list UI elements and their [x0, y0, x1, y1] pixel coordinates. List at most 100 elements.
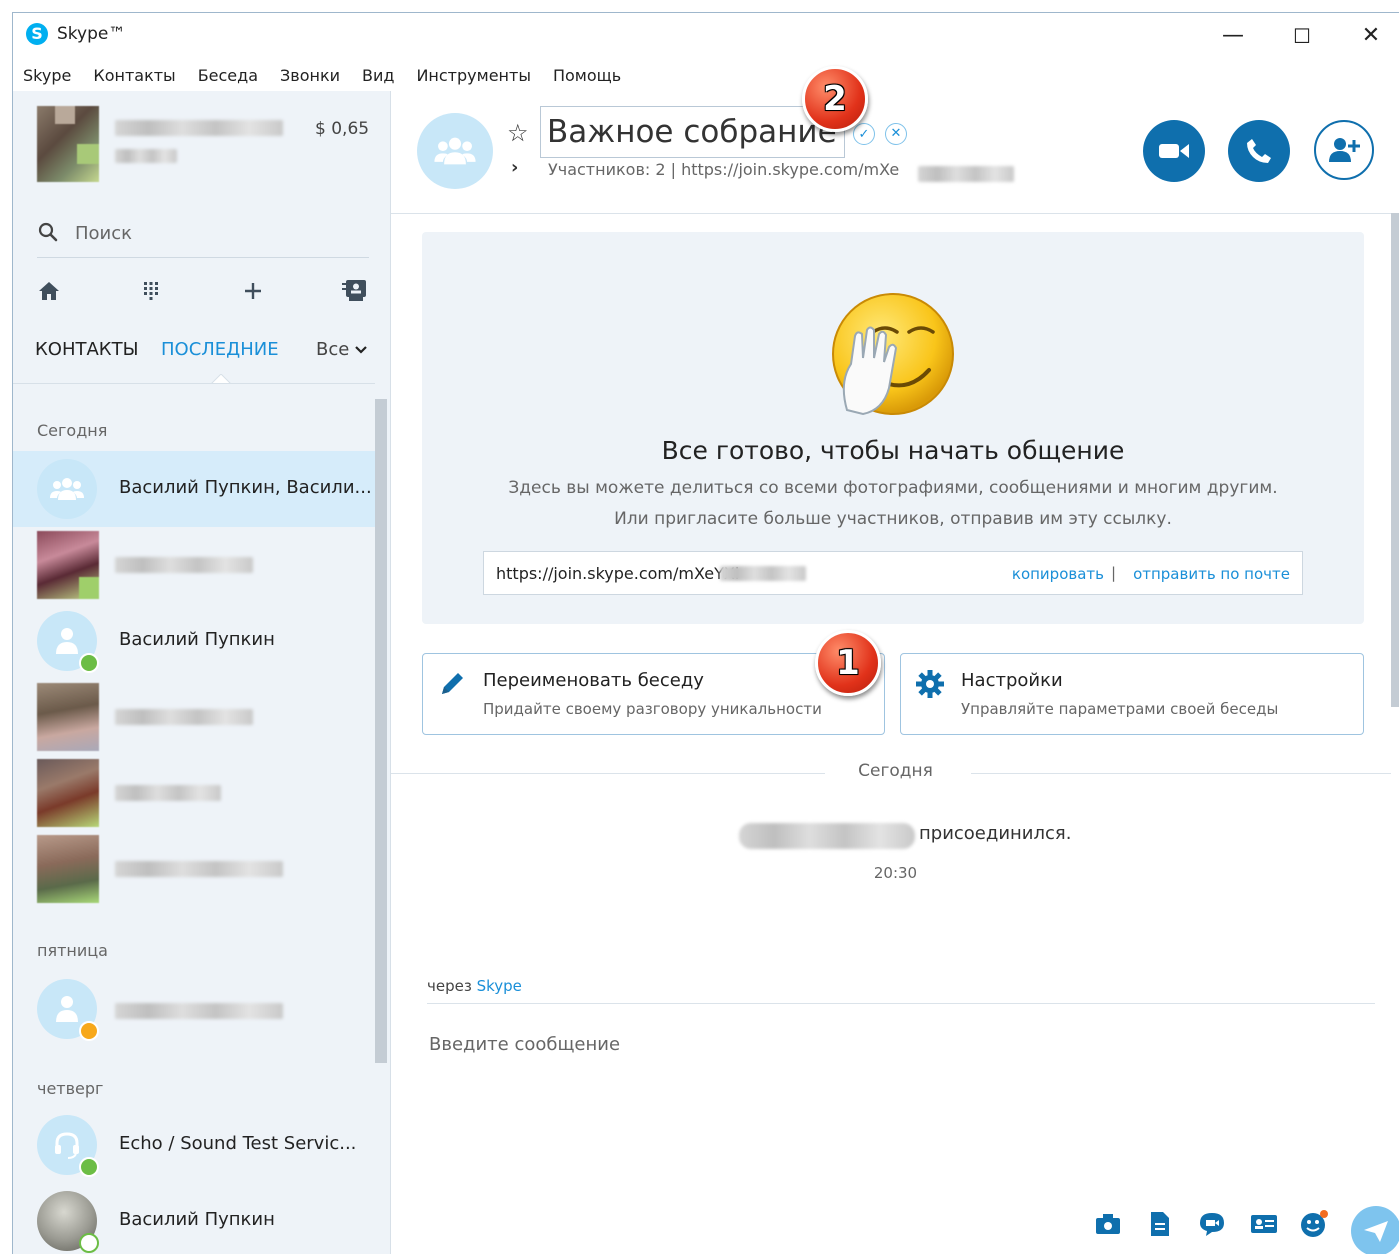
menu-conversation[interactable]: Беседа	[198, 66, 258, 85]
subtitle-link-blurred	[918, 166, 1014, 182]
message-input[interactable]	[427, 1023, 1371, 1065]
minimize-button[interactable]: —	[1210, 21, 1256, 51]
send-file-icon[interactable]	[1145, 1209, 1175, 1239]
group-avatar	[37, 459, 97, 519]
list-item-name: Василий Пупкин	[119, 1209, 275, 1230]
list-item[interactable]	[13, 679, 375, 755]
emoticon-icon[interactable]	[1299, 1209, 1329, 1239]
avatar	[37, 683, 99, 751]
conversation-header: ☆ › ✓ ✕ Участников: 2 | https://join.sky…	[391, 91, 1399, 214]
tab-contacts[interactable]: КОНТАКТЫ	[35, 339, 138, 360]
plus-icon[interactable]	[233, 271, 273, 311]
menu-view[interactable]: Вид	[362, 66, 394, 85]
close-button[interactable]: ✕	[1348, 21, 1394, 51]
invite-link-url[interactable]: https://join.skype.com/mXeYXi	[496, 564, 739, 583]
list-item[interactable]: Василий Пупкин, Васили...	[13, 451, 375, 527]
profile-status-blurred	[115, 149, 177, 163]
filter-label: Все	[316, 339, 350, 360]
conversation-settings-button[interactable]: Настройки Управляйте параметрами своей б…	[900, 653, 1364, 735]
avatar	[37, 531, 99, 599]
away-status-icon	[79, 1021, 99, 1041]
menu-help[interactable]: Помощь	[553, 66, 621, 85]
online-status-icon	[79, 653, 99, 673]
chevron-down-icon	[355, 346, 367, 354]
annotation-badge-1-label: 1	[836, 643, 860, 683]
contacts-card-icon[interactable]	[335, 271, 375, 311]
send-contacts-icon[interactable]	[1249, 1209, 1279, 1239]
confirm-rename-icon[interactable]: ✓	[853, 123, 875, 145]
conversation-avatar[interactable]	[417, 113, 493, 189]
list-item-name: Echo / Sound Test Servic...	[119, 1133, 357, 1154]
person-icon	[56, 628, 78, 654]
invite-link-box: https://join.skype.com/mXeYXi копировать…	[483, 551, 1303, 595]
date-divider-label: Сегодня	[858, 761, 933, 781]
date-divider: Сегодня	[391, 761, 1399, 785]
list-item-name-blurred	[115, 861, 283, 877]
search-icon	[38, 222, 58, 242]
filter-dropdown[interactable]: Все	[316, 339, 367, 360]
settings-title: Настройки	[961, 670, 1063, 691]
title-bar: S Skype™ — ☐ ✕	[13, 13, 1399, 59]
list-item[interactable]: Василий Пупкин	[13, 1183, 375, 1254]
favorite-star-icon[interactable]: ☆	[507, 119, 529, 147]
send-by-email-link[interactable]: отправить по почте	[1133, 565, 1290, 583]
conversation-subtitle[interactable]: Участников: 2 | https://join.skype.com/m…	[548, 160, 899, 179]
tab-recent[interactable]: ПОСЛЕДНИЕ	[161, 339, 279, 360]
list-item[interactable]: Василий Пупкин	[13, 603, 375, 679]
search-input[interactable]	[73, 217, 357, 249]
list-item[interactable]	[13, 755, 375, 831]
annotation-badge-2: 2	[802, 66, 868, 132]
send-media-icon[interactable]	[1093, 1209, 1123, 1239]
audio-call-button[interactable]	[1228, 120, 1290, 182]
video-call-button[interactable]	[1143, 120, 1205, 182]
settings-subtitle: Управляйте параметрами своей беседы	[961, 700, 1279, 718]
search-row	[37, 215, 369, 258]
account-balance[interactable]: $ 0,65	[315, 119, 369, 139]
conversation-pane: ☆ › ✓ ✕ Участников: 2 | https://join.sky…	[391, 91, 1399, 1254]
conversation-title-input[interactable]	[540, 106, 845, 158]
list-item-name-blurred	[115, 785, 221, 801]
contact-list-scrollbar[interactable]	[375, 399, 387, 1063]
add-participant-button[interactable]	[1314, 120, 1374, 180]
annotation-badge-1: 1	[815, 630, 881, 696]
send-video-message-icon[interactable]	[1197, 1209, 1227, 1239]
copy-link[interactable]: копировать	[1012, 565, 1104, 583]
profile-avatar[interactable]	[37, 106, 99, 182]
menu-skype[interactable]: Skype	[23, 66, 71, 85]
send-icon	[1364, 1221, 1388, 1242]
menu-contacts[interactable]: Контакты	[93, 66, 175, 85]
menu-tools[interactable]: Инструменты	[416, 66, 531, 85]
headset-icon	[55, 1132, 79, 1159]
sidebar: $ 0,65 Поиск КОНТАКТЫ ПОСЛЕДНИЕ Все Сего…	[13, 91, 391, 1254]
joined-user-blurred	[739, 823, 915, 849]
send-message-button[interactable]	[1351, 1206, 1399, 1254]
list-item-name: Василий Пупкин, Васили...	[119, 477, 372, 498]
cancel-rename-icon[interactable]: ✕	[885, 123, 907, 145]
invite-link-blurred	[720, 566, 806, 581]
link-separator: |	[1110, 564, 1116, 582]
maximize-button[interactable]: ☐	[1279, 21, 1325, 51]
section-friday: пятница	[37, 941, 108, 960]
dialpad-icon[interactable]	[131, 271, 171, 311]
sidebar-nav	[13, 271, 390, 311]
via-text: через	[427, 977, 472, 995]
expand-chevron-icon[interactable]: ›	[511, 157, 518, 178]
avatar	[37, 759, 99, 827]
group-icon	[434, 137, 476, 165]
list-item-name: Василий Пупкин	[119, 629, 275, 650]
list-item[interactable]: Echo / Sound Test Servic...	[13, 1107, 375, 1183]
list-item[interactable]	[13, 527, 375, 603]
group-icon	[50, 478, 84, 500]
list-item[interactable]	[13, 831, 375, 907]
list-item-name-blurred	[115, 1003, 283, 1019]
home-icon[interactable]	[29, 271, 69, 311]
via-skype-link[interactable]: Skype	[477, 977, 522, 995]
joined-text: присоединился.	[919, 823, 1072, 844]
list-item-name-blurred	[115, 557, 253, 573]
tabs-divider	[13, 383, 375, 384]
section-thursday: четверг	[37, 1079, 104, 1098]
conversation-scrollbar[interactable]	[1391, 213, 1399, 707]
welcome-text-line2: Или пригласите больше участников, отправ…	[614, 509, 1172, 529]
list-item[interactable]	[13, 971, 375, 1047]
menu-calls[interactable]: Звонки	[280, 66, 340, 85]
